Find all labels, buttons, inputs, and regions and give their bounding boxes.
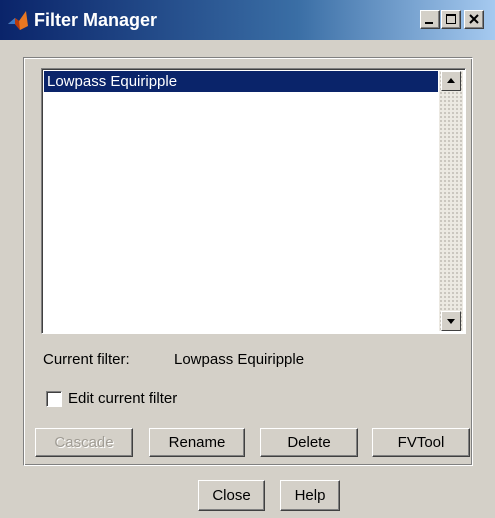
- vertical-scrollbar[interactable]: [439, 71, 463, 331]
- minimize-button[interactable]: [420, 10, 440, 29]
- current-filter-value: Lowpass Equiripple: [174, 351, 305, 368]
- close-button[interactable]: Close: [198, 480, 265, 511]
- rename-button[interactable]: Rename: [149, 428, 245, 457]
- scroll-up-button[interactable]: [441, 71, 461, 91]
- maximize-icon: [446, 14, 456, 24]
- fvtool-button[interactable]: FVTool: [372, 428, 470, 457]
- arrow-up-icon: [447, 78, 455, 83]
- close-window-button[interactable]: [464, 10, 484, 29]
- title-bar[interactable]: Filter Manager: [0, 0, 495, 40]
- current-filter-label: Current filter:: [43, 351, 130, 368]
- filter-listbox[interactable]: Lowpass Equiripple: [41, 68, 466, 334]
- minimize-icon: [425, 22, 433, 24]
- edit-current-filter-label[interactable]: Edit current filter: [68, 389, 177, 409]
- close-icon: [469, 14, 479, 24]
- matlab-icon: [6, 8, 30, 32]
- list-item-selected[interactable]: Lowpass Equiripple: [44, 71, 438, 92]
- help-button[interactable]: Help: [280, 480, 340, 511]
- cascade-button[interactable]: Cascade: [35, 428, 133, 457]
- window-title: Filter Manager: [34, 10, 158, 30]
- arrow-down-icon: [447, 319, 455, 324]
- maximize-button[interactable]: [441, 10, 461, 29]
- edit-current-filter-checkbox[interactable]: [46, 391, 62, 407]
- filter-manager-window: Filter Manager Lowpass Equiripple Curren…: [0, 0, 495, 518]
- delete-button[interactable]: Delete: [260, 428, 358, 457]
- scroll-down-button[interactable]: [441, 311, 461, 331]
